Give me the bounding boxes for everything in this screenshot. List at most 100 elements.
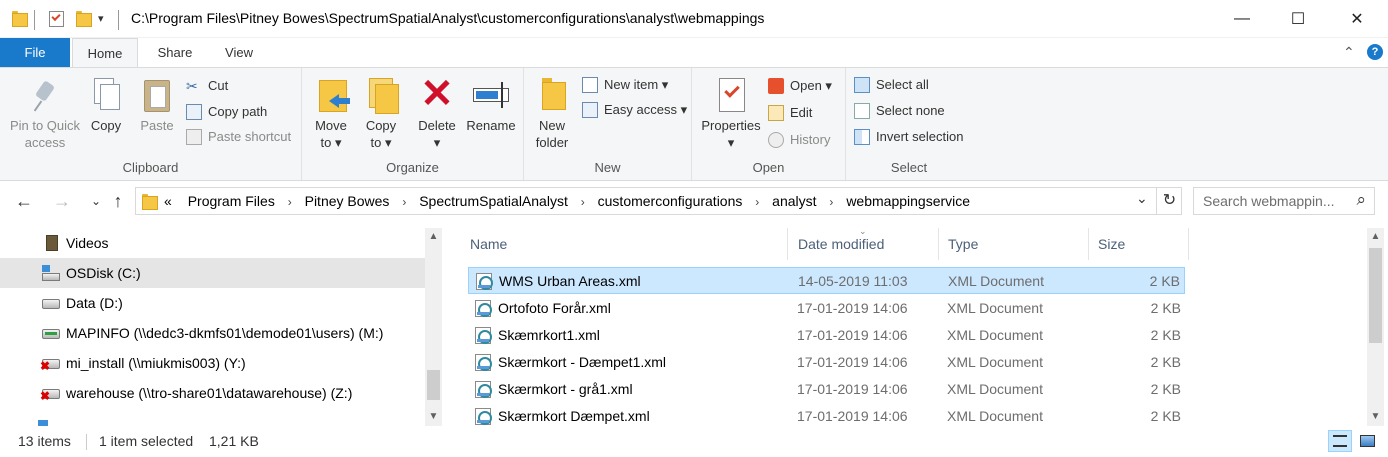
- search-icon[interactable]: ⌕: [1356, 190, 1366, 210]
- pin-to-quick-access-button[interactable]: Pin to Quick access: [6, 74, 84, 151]
- select-none-button[interactable]: Select none: [854, 100, 945, 122]
- tab-file[interactable]: File: [0, 38, 70, 67]
- paste-button[interactable]: Paste: [136, 74, 178, 134]
- xml-file-icon: [475, 354, 492, 371]
- collapse-ribbon-icon[interactable]: ⌃: [1343, 44, 1355, 61]
- new-folder-quick-icon[interactable]: [76, 11, 92, 27]
- column-separator[interactable]: [1188, 228, 1189, 260]
- copy-to-icon: [363, 74, 399, 114]
- scroll-up-arrow[interactable]: ▲: [1367, 228, 1384, 245]
- tab-home[interactable]: Home: [72, 38, 138, 68]
- easy-access-icon: [582, 102, 598, 118]
- new-group: New folder New item ▾ Easy access ▾ New: [524, 68, 692, 180]
- file-row[interactable]: Skærmkort - grå1.xml 17-01-2019 14:06 XM…: [468, 376, 1185, 403]
- delete-icon: ✕: [420, 72, 454, 116]
- column-header-date[interactable]: Date modified: [788, 228, 938, 260]
- divider: [118, 10, 119, 30]
- breadcrumb-item[interactable]: Pitney Bowes: [305, 193, 390, 209]
- chevron-right-icon[interactable]: ›: [288, 195, 292, 209]
- scroll-down-arrow[interactable]: ▼: [1367, 408, 1384, 425]
- scroll-up-arrow[interactable]: ▲: [425, 228, 442, 245]
- details-view-button[interactable]: [1328, 430, 1352, 452]
- file-list: ⌄ Name Date modified Type Size WMS Urban…: [460, 228, 1388, 426]
- column-header-size[interactable]: Size: [1088, 228, 1188, 260]
- copy-icon: [88, 74, 124, 114]
- scroll-down-arrow[interactable]: ▼: [425, 408, 442, 425]
- properties-button[interactable]: Properties ▾: [698, 74, 764, 151]
- file-row[interactable]: Skærmkort Dæmpet.xml 17-01-2019 14:06 XM…: [468, 403, 1185, 426]
- nav-item-mapinfo[interactable]: MAPINFO (\\dedc3-dkmfs01\demode01\users)…: [0, 318, 425, 348]
- disconnected-drive-icon: ✖: [40, 355, 60, 372]
- file-row[interactable]: Skæmrkort1.xml 17-01-2019 14:06 XML Docu…: [468, 322, 1185, 349]
- move-to-button[interactable]: Move to ▾: [310, 74, 352, 151]
- nav-item-warehouse[interactable]: ✖ warehouse (\\tro-share01\datawarehouse…: [0, 378, 425, 408]
- nav-item-mi-install[interactable]: ✖ mi_install (\\miukmis003) (Y:): [0, 348, 425, 378]
- divider: [34, 10, 35, 30]
- chevron-right-icon[interactable]: ›: [402, 195, 406, 209]
- move-to-icon: [313, 74, 350, 114]
- large-icons-view-button[interactable]: [1355, 430, 1379, 452]
- column-header-type[interactable]: Type: [938, 228, 1088, 260]
- scissors-icon: ✂: [186, 78, 198, 94]
- cut-button[interactable]: ✂ Cut: [186, 75, 228, 97]
- refresh-button[interactable]: ↻: [1156, 188, 1182, 214]
- copy-button[interactable]: Copy: [86, 74, 126, 134]
- paste-icon: [139, 74, 175, 114]
- edit-button[interactable]: Edit: [768, 102, 812, 124]
- search-input[interactable]: Search webmappin... ⌕: [1193, 187, 1375, 215]
- column-header-name[interactable]: Name: [460, 228, 788, 260]
- nav-item-videos[interactable]: Videos: [0, 228, 425, 258]
- copy-path-button[interactable]: Copy path: [186, 101, 267, 123]
- file-row[interactable]: WMS Urban Areas.xml 14-05-2019 11:03 XML…: [468, 267, 1185, 294]
- filelist-scrollbar[interactable]: ▲ ▼: [1367, 228, 1384, 426]
- breadcrumb-overflow[interactable]: «: [164, 193, 172, 209]
- select-all-button[interactable]: Select all: [854, 74, 929, 96]
- breadcrumb-item[interactable]: customerconfigurations: [598, 193, 743, 209]
- forward-button[interactable]: →: [50, 189, 74, 213]
- customize-qat-icon[interactable]: ▾: [98, 12, 104, 25]
- chevron-right-icon[interactable]: ›: [755, 195, 759, 209]
- title-bar: ▾ C:\Program Files\Pitney Bowes\Spectrum…: [0, 0, 1388, 38]
- scrollbar-thumb[interactable]: [1369, 248, 1382, 343]
- copy-to-button[interactable]: Copy to ▾: [360, 74, 402, 151]
- new-folder-button[interactable]: New folder: [532, 74, 572, 151]
- recent-locations-button[interactable]: ⌄: [84, 189, 108, 213]
- breadcrumb-item[interactable]: analyst: [772, 193, 816, 209]
- history-button[interactable]: History: [768, 129, 830, 151]
- chevron-right-icon[interactable]: ›: [829, 195, 833, 209]
- help-icon[interactable]: ?: [1367, 44, 1383, 60]
- navigation-pane: Videos OSDisk (C:) Data (D:) MAPINFO (\\…: [0, 228, 445, 426]
- file-row[interactable]: Ortofoto Forår.xml 17-01-2019 14:06 XML …: [468, 295, 1185, 322]
- delete-button[interactable]: ✕ Delete ▾: [416, 74, 458, 151]
- new-item-button[interactable]: New item ▾: [582, 74, 668, 96]
- select-all-icon: [854, 77, 870, 93]
- rename-button[interactable]: Rename: [464, 74, 518, 134]
- select-group: Select all Select none Invert selection …: [846, 68, 972, 180]
- breadcrumb-item[interactable]: SpectrumSpatialAnalyst: [419, 193, 568, 209]
- navpane-scrollbar[interactable]: ▲ ▼: [425, 228, 442, 426]
- scrollbar-thumb[interactable]: [427, 370, 440, 400]
- address-bar[interactable]: « Program Files › Pitney Bowes › Spectru…: [135, 187, 1182, 215]
- maximize-button[interactable]: ☐: [1275, 0, 1321, 38]
- tab-view[interactable]: View: [212, 38, 266, 67]
- open-button[interactable]: Open ▾: [768, 75, 832, 97]
- up-button[interactable]: ↑: [106, 189, 130, 213]
- properties-quick-icon[interactable]: [49, 11, 64, 27]
- nav-item-data[interactable]: Data (D:): [0, 288, 425, 318]
- group-label: Organize: [386, 160, 439, 175]
- file-row[interactable]: Skærmkort - Dæmpet1.xml 17-01-2019 14:06…: [468, 349, 1185, 376]
- clipboard-group: Pin to Quick access Copy Paste ✂ Cut Cop…: [0, 68, 302, 180]
- address-dropdown-icon[interactable]: ⌄: [1136, 190, 1148, 207]
- minimize-button[interactable]: —: [1219, 0, 1265, 38]
- chevron-right-icon[interactable]: ›: [581, 195, 585, 209]
- easy-access-button[interactable]: Easy access ▾: [582, 99, 687, 121]
- tab-share[interactable]: Share: [148, 38, 202, 67]
- nav-item-osdisk[interactable]: OSDisk (C:): [0, 258, 425, 288]
- back-button[interactable]: ←: [12, 189, 36, 213]
- breadcrumb-item[interactable]: Program Files: [188, 193, 275, 209]
- office-icon: [768, 78, 784, 94]
- paste-shortcut-button[interactable]: Paste shortcut: [186, 126, 291, 148]
- close-button[interactable]: ✕: [1334, 0, 1380, 38]
- invert-selection-button[interactable]: Invert selection: [854, 126, 963, 148]
- breadcrumb-item[interactable]: webmappingservice: [846, 193, 970, 209]
